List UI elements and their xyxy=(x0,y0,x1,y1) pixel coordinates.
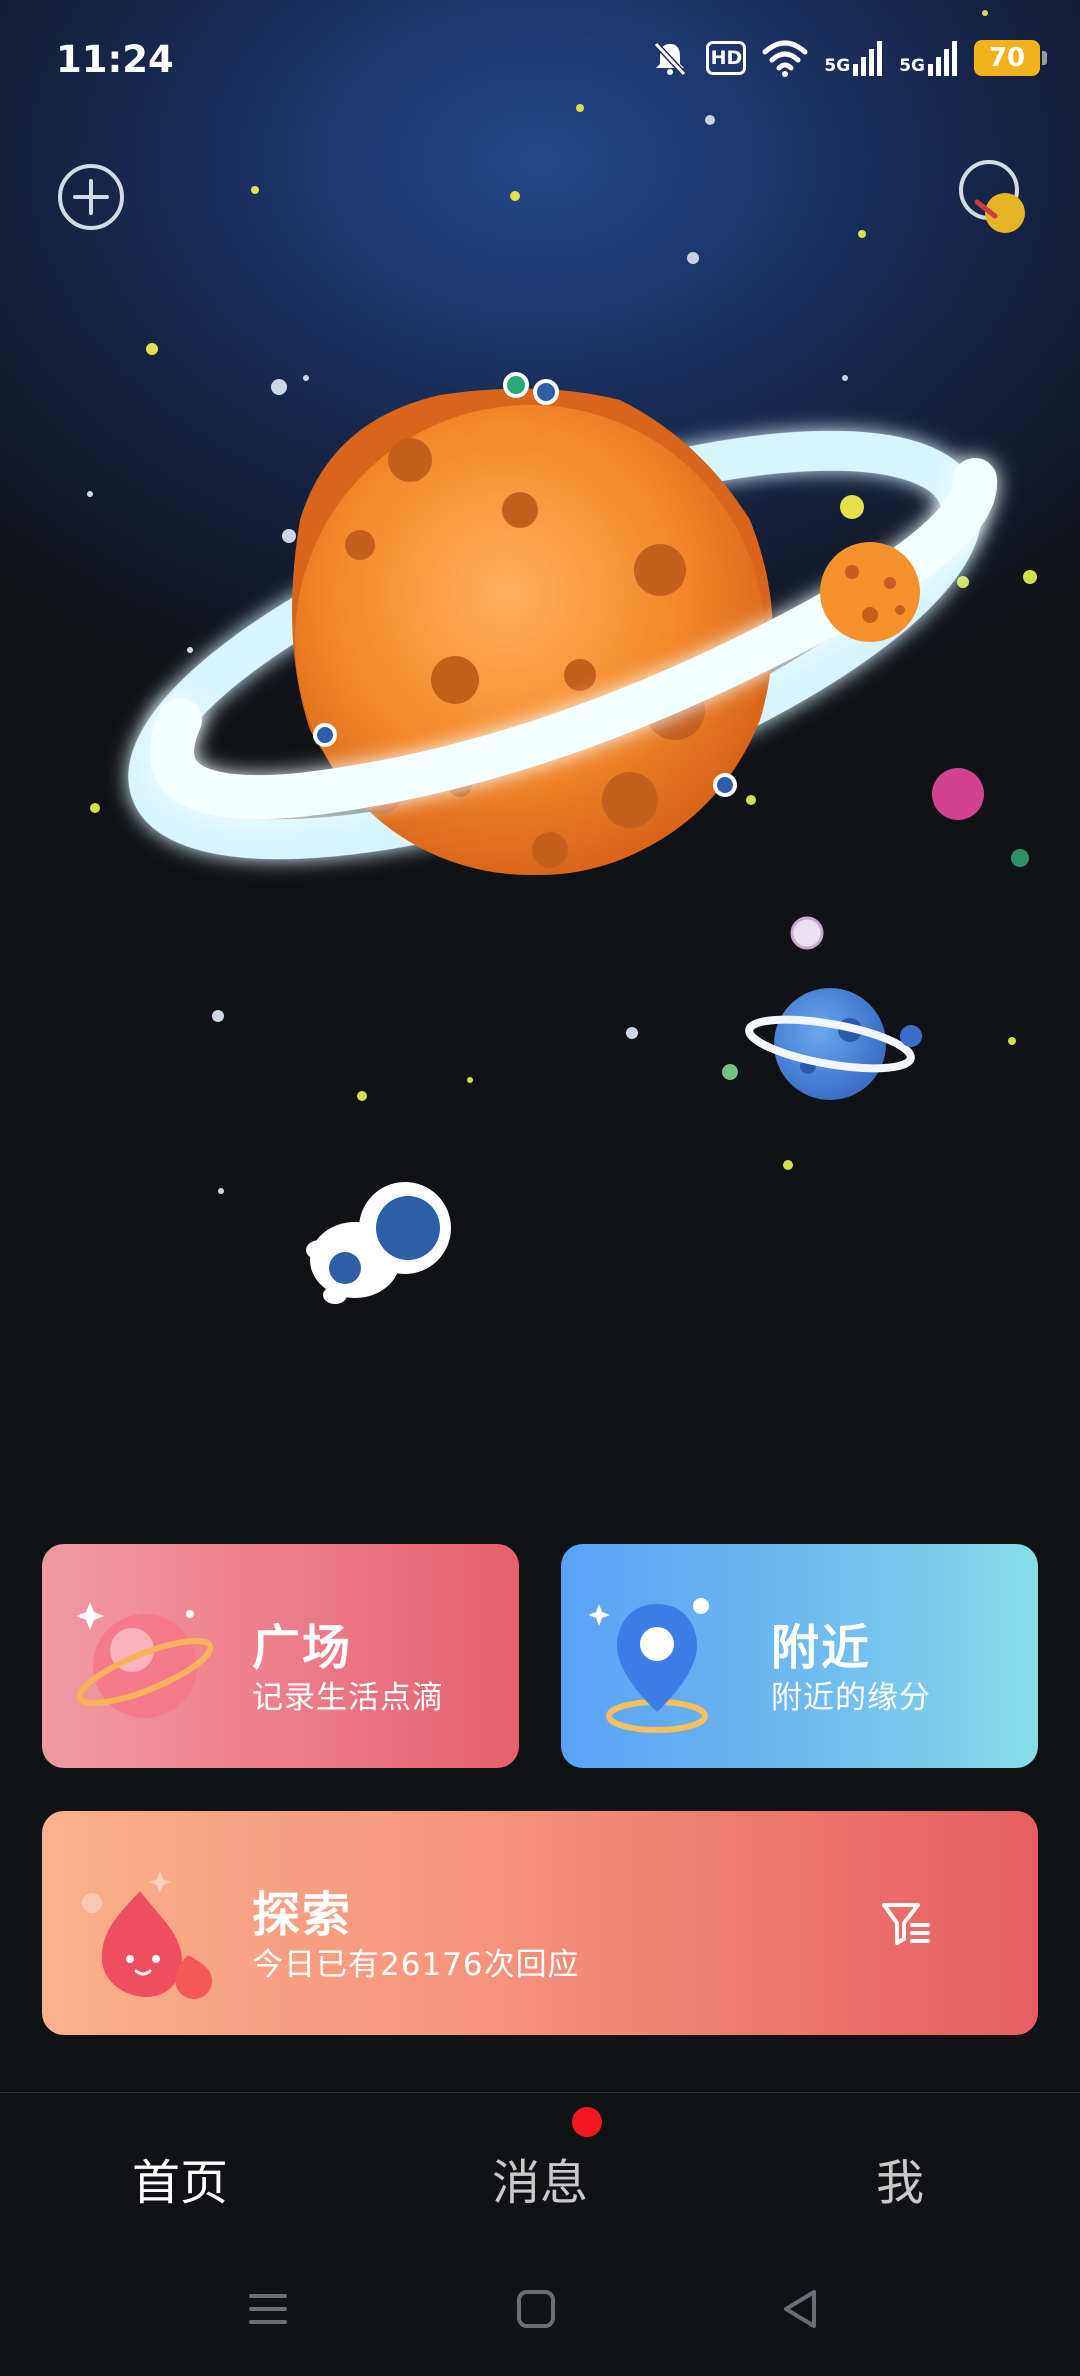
status-time: 11:24 xyxy=(56,38,174,81)
bottom-nav: 首页 消息 我 xyxy=(0,2092,1080,2242)
signal-5g-1: 5G xyxy=(824,40,883,76)
system-nav-bar xyxy=(0,2242,1080,2376)
signal-bars-icon xyxy=(928,41,957,76)
location-pin-icon xyxy=(589,1598,709,1733)
square-card[interactable]: 广场 记录生活点滴 xyxy=(42,1544,519,1768)
nav-me[interactable]: 我 xyxy=(820,2143,980,2213)
battery-indicator: 70 xyxy=(974,40,1047,76)
explore-card[interactable]: 探索 今日已有26176次回应 xyxy=(42,1811,1038,2035)
back-triangle-icon[interactable] xyxy=(776,2284,826,2334)
floating-astronaut xyxy=(306,1182,451,1304)
square-subtitle: 记录生活点滴 xyxy=(252,1680,444,1716)
add-button[interactable] xyxy=(56,162,126,232)
bell-muted-icon xyxy=(654,41,687,77)
status-icons: HD 5G 5G 70 xyxy=(650,34,1047,82)
nearby-subtitle: 附近的缘分 xyxy=(771,1680,931,1716)
space-background xyxy=(0,0,1080,1500)
status-bar: 11:24 HD 5G 5G 70 xyxy=(0,0,1080,120)
menu-icon[interactable] xyxy=(243,2284,293,2334)
nav-messages[interactable]: 消息 xyxy=(460,2143,620,2213)
search-button[interactable] xyxy=(955,158,1035,238)
net-label-2: 5G xyxy=(899,56,925,76)
small-orange-planet xyxy=(820,542,920,642)
space-illustration xyxy=(87,10,1037,1304)
wifi-icon xyxy=(762,40,808,77)
nearby-title: 附近 xyxy=(771,1620,872,1676)
pink-planet xyxy=(932,768,984,820)
signal-5g-2: 5G xyxy=(899,40,958,76)
blue-planet xyxy=(745,988,922,1100)
notification-badge xyxy=(572,2107,602,2137)
planet-icon xyxy=(76,1602,214,1718)
hd-icon: HD xyxy=(706,41,747,75)
home-square-icon[interactable] xyxy=(511,2284,561,2334)
filter-icon[interactable] xyxy=(880,1897,932,1949)
nav-home[interactable]: 首页 xyxy=(100,2143,260,2213)
striped-planet xyxy=(790,916,824,950)
square-title: 广场 xyxy=(252,1620,353,1676)
nearby-card[interactable]: 附近 附近的缘分 xyxy=(561,1544,1038,1768)
explore-title: 探索 xyxy=(252,1887,353,1943)
explore-subtitle: 今日已有26176次回应 xyxy=(252,1947,580,1983)
flame-icon xyxy=(82,1871,212,1999)
net-label-1: 5G xyxy=(824,56,851,76)
signal-bars-icon xyxy=(853,41,883,76)
